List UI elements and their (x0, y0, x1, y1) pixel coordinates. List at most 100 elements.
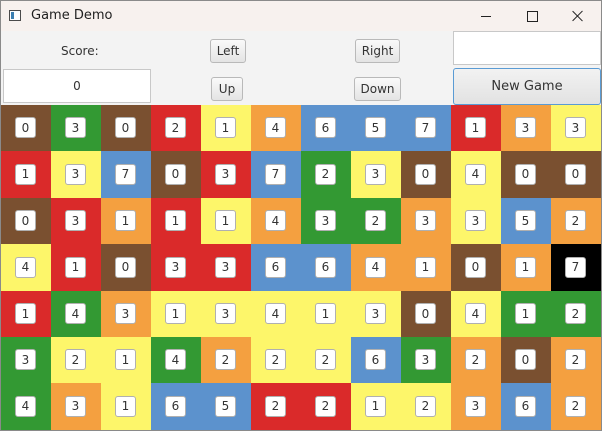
board-cell[interactable]: 6 (301, 244, 351, 292)
board-cell[interactable]: 3 (551, 105, 601, 152)
board-cell[interactable]: 4 (451, 151, 501, 199)
board-cell[interactable]: 5 (351, 105, 401, 152)
board-cell[interactable]: 4 (51, 290, 101, 338)
board-cell[interactable]: 1 (501, 290, 551, 338)
board-cell[interactable]: 1 (101, 197, 151, 245)
board-cell[interactable]: 3 (351, 290, 401, 338)
board-cell[interactable]: 3 (451, 383, 501, 430)
board-cell[interactable]: 4 (1, 244, 51, 292)
board-cell[interactable]: 1 (1, 151, 51, 199)
board-cell[interactable]: 5 (501, 197, 551, 245)
board-cell[interactable]: 3 (301, 197, 351, 245)
board-cell[interactable]: 3 (1, 337, 51, 384)
board-cell[interactable]: 2 (401, 383, 451, 430)
cell-value: 3 (115, 303, 136, 325)
board-cell[interactable]: 2 (551, 337, 601, 384)
up-button[interactable]: Up (211, 77, 243, 101)
cell-value: 4 (265, 117, 286, 139)
board-cell[interactable]: 4 (151, 337, 201, 384)
board-cell[interactable]: 3 (51, 151, 101, 199)
board-cell[interactable]: 6 (151, 383, 201, 430)
down-button[interactable]: Down (354, 77, 401, 101)
board-cell[interactable]: 1 (301, 290, 351, 338)
board-cell[interactable]: 1 (401, 244, 451, 292)
text-field[interactable] (453, 31, 601, 65)
board-cell[interactable]: 2 (251, 337, 301, 384)
board-cell[interactable]: 3 (451, 197, 501, 245)
board-cell[interactable]: 1 (201, 197, 251, 245)
board-cell[interactable]: 5 (201, 383, 251, 430)
board-cell[interactable]: 3 (151, 244, 201, 292)
board-cell[interactable]: 3 (201, 244, 251, 292)
board-cell[interactable]: 1 (101, 383, 151, 430)
board-cell[interactable]: 0 (101, 105, 151, 152)
board-cell[interactable]: 0 (501, 151, 551, 199)
board-cell[interactable]: 0 (501, 337, 551, 384)
board-cell[interactable]: 2 (351, 197, 401, 245)
board-cell[interactable]: 6 (251, 244, 301, 292)
cell-value: 0 (115, 117, 136, 139)
board-cell[interactable]: 0 (1, 197, 51, 245)
left-button[interactable]: Left (210, 39, 246, 63)
board-cell[interactable]: 1 (1, 290, 51, 338)
board-cell[interactable]: 0 (1, 105, 51, 152)
board-cell[interactable]: 1 (51, 244, 101, 292)
board-cell[interactable]: 4 (251, 290, 301, 338)
board-cell[interactable]: 3 (51, 197, 101, 245)
board-cell[interactable]: 0 (401, 290, 451, 338)
board-cell[interactable]: 3 (351, 151, 401, 199)
maximize-button[interactable] (509, 1, 555, 31)
right-button[interactable]: Right (355, 39, 400, 63)
board-cell[interactable]: 4 (251, 105, 301, 152)
board-cell[interactable]: 2 (301, 337, 351, 384)
board-cell[interactable]: 1 (351, 383, 401, 430)
board-cell[interactable]: 6 (351, 337, 401, 384)
cell-value: 4 (465, 163, 486, 185)
board-cell[interactable]: 2 (251, 383, 301, 430)
board-cell[interactable]: 3 (201, 151, 251, 199)
board-cell[interactable]: 4 (351, 244, 401, 292)
board-cell[interactable]: 7 (251, 151, 301, 199)
board-cell[interactable]: 6 (301, 105, 351, 152)
close-button[interactable] (555, 1, 601, 31)
board-cell[interactable]: 0 (551, 151, 601, 199)
board-cell[interactable]: 2 (551, 383, 601, 430)
board-cell[interactable]: 4 (451, 290, 501, 338)
board-cell[interactable]: 0 (401, 151, 451, 199)
score-field[interactable]: 0 (3, 69, 151, 103)
board-cell[interactable]: 4 (1, 383, 51, 430)
board-cell[interactable]: 7 (551, 244, 601, 292)
board-cell[interactable]: 0 (101, 244, 151, 292)
title-bar[interactable]: Game Demo (1, 1, 601, 31)
board-cell[interactable]: 2 (201, 337, 251, 384)
board-cell[interactable]: 2 (151, 105, 201, 152)
board-cell[interactable]: 1 (201, 105, 251, 152)
board-cell[interactable]: 3 (501, 105, 551, 152)
board-cell[interactable]: 3 (51, 383, 101, 430)
board-cell[interactable]: 2 (551, 197, 601, 245)
board-cell[interactable]: 2 (301, 383, 351, 430)
new-game-button[interactable]: New Game (453, 68, 601, 105)
board-cell[interactable]: 0 (151, 151, 201, 199)
board-cell[interactable]: 2 (301, 151, 351, 199)
board-cell[interactable]: 1 (451, 105, 501, 152)
board-cell[interactable]: 7 (101, 151, 151, 199)
board-cell[interactable]: 1 (101, 337, 151, 384)
board-cell[interactable]: 3 (201, 290, 251, 338)
board-cell[interactable]: 3 (51, 105, 101, 152)
board-cell[interactable]: 4 (251, 197, 301, 245)
board-cell[interactable]: 3 (401, 197, 451, 245)
cell-value: 0 (565, 163, 586, 185)
board-cell[interactable]: 1 (501, 244, 551, 292)
board-cell[interactable]: 7 (401, 105, 451, 152)
board-cell[interactable]: 3 (401, 337, 451, 384)
board-cell[interactable]: 1 (151, 197, 201, 245)
board-cell[interactable]: 6 (501, 383, 551, 430)
board-cell[interactable]: 1 (151, 290, 201, 338)
board-cell[interactable]: 2 (551, 290, 601, 338)
board-cell[interactable]: 0 (451, 244, 501, 292)
board-cell[interactable]: 2 (51, 337, 101, 384)
board-cell[interactable]: 3 (101, 290, 151, 338)
minimize-button[interactable] (463, 1, 509, 31)
board-cell[interactable]: 2 (451, 337, 501, 384)
